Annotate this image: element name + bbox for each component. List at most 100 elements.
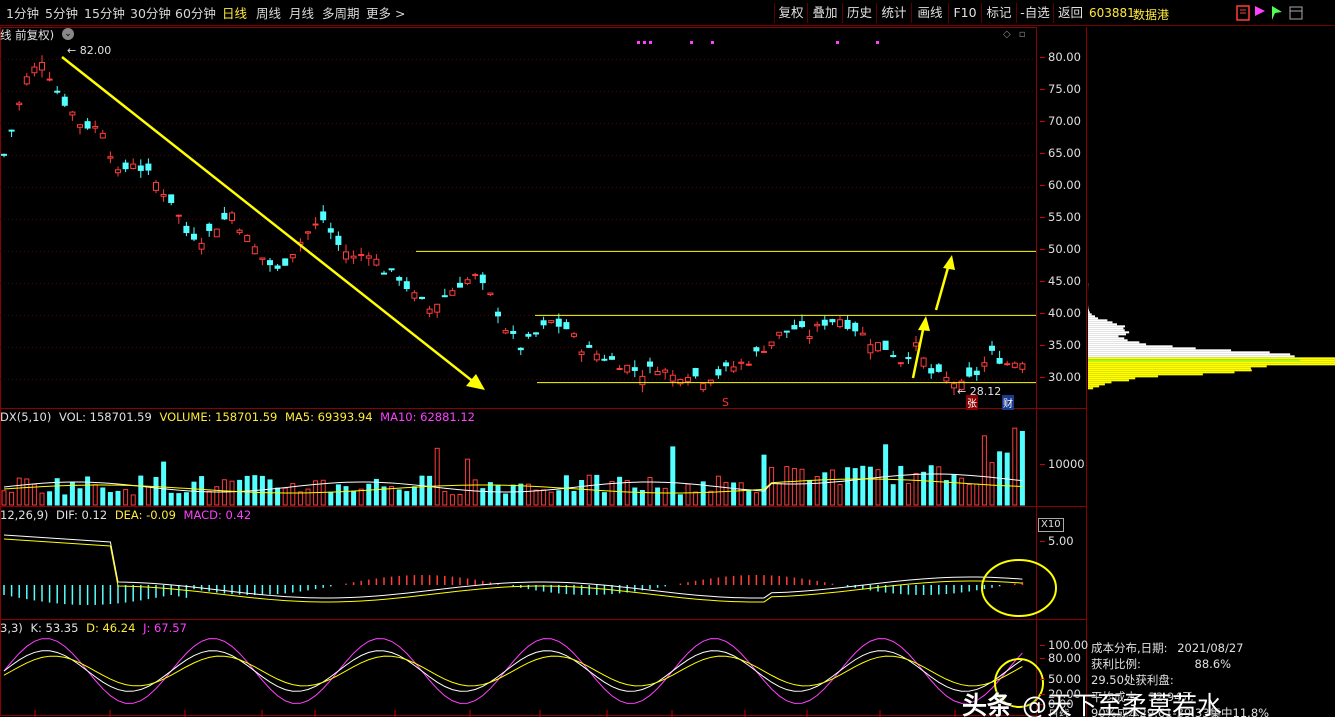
candle-body: [882, 340, 889, 350]
candle-body: [821, 319, 828, 326]
candle-body: [487, 292, 494, 296]
candle-body: [46, 78, 53, 81]
volume-bar: [784, 466, 790, 506]
price-axis-tick: 60.00: [1040, 178, 1081, 192]
volume-bar: [115, 490, 121, 506]
x10-badge[interactable]: X10: [1038, 518, 1064, 532]
vol-value: VOL: 158701.59: [58, 410, 152, 424]
volume-bar: [92, 484, 98, 506]
k-value: K: 53.35: [30, 621, 79, 635]
candle-body: [365, 255, 372, 259]
candle-body: [145, 163, 152, 171]
candle-body: [358, 253, 365, 256]
cost-distribution-bar: [1088, 333, 1126, 336]
volume-bar: [434, 447, 440, 506]
cost-distribution-bar: [1088, 371, 1235, 374]
candle-body: [669, 374, 676, 382]
candle-body: [989, 345, 995, 351]
candle-body: [920, 357, 927, 367]
s-mark[interactable]: S: [722, 396, 729, 409]
candle-body: [791, 325, 798, 330]
volume-bar: [358, 488, 364, 506]
cost-distribution-bar: [1088, 387, 1094, 390]
volume-bar: [335, 484, 341, 506]
event-marker: [836, 41, 839, 44]
candle-body: [39, 62, 45, 71]
volume-bar: [176, 493, 182, 506]
candle-body: [122, 162, 129, 170]
candle-body: [609, 356, 615, 360]
volume-bar: [791, 468, 797, 506]
cost-distribution-bar: [1088, 377, 1136, 380]
candle-body: [662, 369, 669, 373]
profit-ratio-row: 获利比例: 88.6%: [1091, 656, 1231, 672]
price-axis-tick: 50.00: [1040, 242, 1081, 256]
volume-bar: [472, 479, 478, 506]
cost-distribution-bar: [1088, 373, 1203, 376]
macd-indicator-name[interactable]: 12,26,9): [0, 508, 48, 522]
volume-bar: [123, 489, 129, 506]
volume-bar: [951, 474, 957, 506]
cost-distribution-bar: [1088, 341, 1140, 344]
candle-body: [730, 366, 737, 372]
candle-body: [1004, 363, 1011, 366]
volume-bar: [442, 490, 448, 506]
volume-bar: [366, 483, 372, 506]
volume-bar: [153, 477, 159, 506]
volume-indicator-name[interactable]: DX(5,10): [0, 410, 51, 424]
j-value: J: 67.57: [143, 621, 187, 635]
kdj-indicator-name[interactable]: 3,3): [0, 621, 23, 635]
cost-distribution-bar: [1088, 361, 1335, 364]
candle-body: [616, 367, 623, 370]
candle-body: [517, 347, 524, 351]
cost-distribution-bar: [1088, 347, 1196, 350]
volume-bar: [259, 475, 265, 506]
volume-bar: [237, 479, 243, 506]
up-arrow-2: [934, 263, 951, 311]
volume-bar: [662, 487, 668, 506]
cai-mark[interactable]: 财: [1002, 395, 1014, 410]
volume-bar: [343, 486, 349, 506]
candle-body: [875, 342, 881, 352]
chevron-down-icon[interactable]: ⌄: [62, 28, 74, 40]
candle-body: [525, 333, 532, 337]
candle-body: [996, 357, 1003, 364]
profit-at-price-label: 29.50处获利盘:: [1091, 673, 1174, 687]
volume-bar: [1012, 427, 1018, 506]
volume-bar: [62, 494, 68, 506]
zhang-mark[interactable]: 张: [966, 395, 978, 410]
candle-body: [84, 121, 91, 129]
candle-body: [403, 281, 410, 290]
volume-value: VOLUME: 158701.59: [159, 410, 278, 424]
volume-bar: [715, 475, 721, 506]
candle-body: [434, 303, 441, 313]
candle-body: [502, 329, 509, 334]
volume-bar: [24, 478, 30, 506]
candle-body: [259, 257, 266, 260]
candle-body: [601, 358, 608, 361]
candle-body: [175, 214, 182, 217]
candle-body: [99, 132, 106, 139]
kdj-tick-100: 100.00: [1039, 638, 1089, 652]
candle-body: [913, 342, 919, 347]
candle-body: [411, 292, 418, 299]
candle-body: [540, 320, 547, 326]
volume-bar: [655, 487, 661, 506]
volume-bar: [571, 490, 577, 506]
candle-body: [350, 255, 357, 259]
candle-body: [289, 254, 296, 259]
chart-canvas[interactable]: [0, 0, 1335, 717]
volume-bar: [518, 483, 524, 506]
kdj-tick-80: 80.00: [1040, 651, 1081, 665]
volume-bar: [761, 454, 767, 506]
candle-body: [533, 332, 539, 335]
cost-distribution-bar: [1088, 317, 1099, 320]
volume-header: DX(5,10) VOL: 158701.59 VOLUME: 158701.5…: [0, 410, 479, 424]
volume-bar: [845, 467, 851, 506]
volume-bar: [449, 494, 455, 506]
volume-bar: [556, 490, 562, 506]
up-arrow-1-head: [918, 316, 930, 331]
cost-distribution-bar: [1088, 313, 1092, 316]
candle-body: [928, 368, 935, 374]
panel-settings-icon[interactable]: ◇▫: [1003, 29, 1033, 40]
